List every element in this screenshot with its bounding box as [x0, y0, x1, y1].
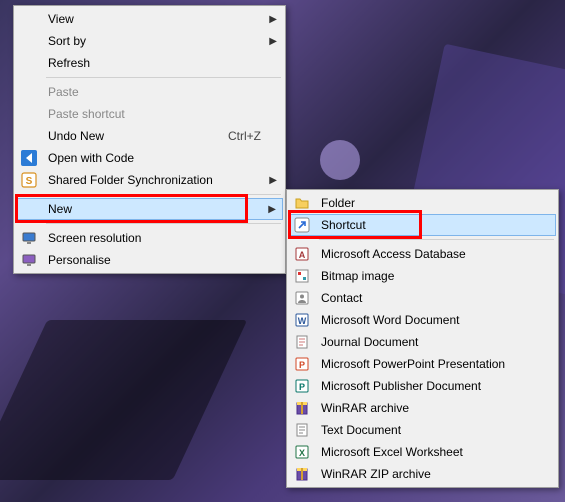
svg-text:A: A [299, 250, 306, 260]
submenu-arrow-icon: ▶ [269, 14, 277, 25]
menu-item-pub[interactable]: P Microsoft Publisher Document [289, 375, 556, 397]
blank-icon [18, 53, 40, 73]
personalise-icon [18, 250, 40, 270]
bitmap-icon [291, 266, 313, 286]
menu-item-label: Undo New [40, 129, 228, 143]
menu-item-label: WinRAR archive [313, 401, 552, 415]
menu-item-label: Open with Code [40, 151, 279, 165]
menu-item-screen-res[interactable]: Screen resolution [16, 227, 283, 249]
menu-item-personalise[interactable]: Personalise [16, 249, 283, 271]
folder-icon [291, 193, 313, 213]
menu-item-label: Microsoft Publisher Document [313, 379, 552, 393]
menu-item-label: Contact [313, 291, 552, 305]
menu-item-label: Personalise [40, 253, 279, 267]
blank-icon [18, 104, 40, 124]
journal-icon [291, 332, 313, 352]
menu-item-pptx[interactable]: P Microsoft PowerPoint Presentation [289, 353, 556, 375]
desktop-context-menu[interactable]: View▶Sort by▶RefreshPastePaste shortcutU… [13, 5, 286, 274]
submenu-arrow-icon: ▶ [269, 175, 277, 186]
menu-item-refresh[interactable]: Refresh [16, 52, 283, 74]
menu-item-txt[interactable]: Text Document [289, 419, 556, 441]
menu-item-label: WinRAR ZIP archive [313, 467, 552, 481]
menu-item-label: Paste [40, 85, 279, 99]
separator [46, 77, 281, 78]
menu-item-view[interactable]: View▶ [16, 8, 283, 30]
word-icon: W [291, 310, 313, 330]
menu-item-accelerator: Ctrl+Z [228, 129, 279, 143]
monitor-icon [18, 228, 40, 248]
access-icon: A [291, 244, 313, 264]
svg-text:X: X [299, 448, 305, 458]
menu-item-undo-new[interactable]: Undo NewCtrl+Z [16, 125, 283, 147]
menu-item-worddoc[interactable]: W Microsoft Word Document [289, 309, 556, 331]
separator [319, 239, 554, 240]
svg-text:P: P [299, 360, 305, 370]
menu-item-label: Microsoft Word Document [313, 313, 552, 327]
blank-icon [18, 9, 40, 29]
menu-item-label: Microsoft Access Database [313, 247, 552, 261]
menu-item-contact[interactable]: Contact [289, 287, 556, 309]
powerpoint-icon: P [291, 354, 313, 374]
menu-item-shortcut[interactable]: Shortcut [289, 214, 556, 236]
menu-item-label: Refresh [40, 56, 279, 70]
menu-item-label: Bitmap image [313, 269, 552, 283]
text-icon [291, 420, 313, 440]
submenu-arrow-icon: ▶ [268, 204, 276, 215]
menu-item-folder[interactable]: Folder [289, 192, 556, 214]
menu-item-open-code[interactable]: Open with Code [16, 147, 283, 169]
publisher-icon: P [291, 376, 313, 396]
svg-text:P: P [299, 382, 305, 392]
blank-icon [18, 126, 40, 146]
menu-item-label: Shortcut [313, 218, 552, 232]
menu-item-label: Screen resolution [40, 231, 279, 245]
menu-item-label: Microsoft Excel Worksheet [313, 445, 552, 459]
blank-icon [18, 199, 40, 219]
menu-item-label: Sort by [40, 34, 279, 48]
excel-icon: X [291, 442, 313, 462]
menu-item-journal[interactable]: Journal Document [289, 331, 556, 353]
shortcut-icon [291, 215, 313, 235]
menu-item-label: Microsoft PowerPoint Presentation [313, 357, 552, 371]
menu-item-zip[interactable]: WinRAR ZIP archive [289, 463, 556, 485]
menu-item-accessdb[interactable]: A Microsoft Access Database [289, 243, 556, 265]
menu-item-shared-sync[interactable]: S Shared Folder Synchronization▶ [16, 169, 283, 191]
menu-item-label: Shared Folder Synchronization [40, 173, 279, 187]
menu-item-label: Text Document [313, 423, 552, 437]
menu-item-paste-shortcut: Paste shortcut [16, 103, 283, 125]
blank-icon [18, 31, 40, 51]
menu-item-sort-by[interactable]: Sort by▶ [16, 30, 283, 52]
menu-item-rar[interactable]: WinRAR archive [289, 397, 556, 419]
winrar-icon [291, 464, 313, 484]
vscode-icon [18, 148, 40, 168]
submenu-arrow-icon: ▶ [269, 36, 277, 47]
menu-item-label: New [40, 202, 279, 216]
menu-item-xlsx[interactable]: X Microsoft Excel Worksheet [289, 441, 556, 463]
winrar-icon [291, 398, 313, 418]
blank-icon [18, 82, 40, 102]
menu-item-label: View [40, 12, 279, 26]
svg-text:W: W [298, 316, 307, 326]
separator [46, 223, 281, 224]
new-submenu[interactable]: Folder Shortcut A Microsoft Access Database… [286, 189, 559, 488]
menu-item-paste: Paste [16, 81, 283, 103]
menu-item-label: Folder [313, 196, 552, 210]
menu-item-new[interactable]: New▶ [16, 198, 283, 220]
svg-text:S: S [26, 176, 33, 187]
contact-icon [291, 288, 313, 308]
menu-item-label: Paste shortcut [40, 107, 279, 121]
menu-item-label: Journal Document [313, 335, 552, 349]
menu-item-bitmap[interactable]: Bitmap image [289, 265, 556, 287]
s-box-icon: S [18, 170, 40, 190]
separator [46, 194, 281, 195]
